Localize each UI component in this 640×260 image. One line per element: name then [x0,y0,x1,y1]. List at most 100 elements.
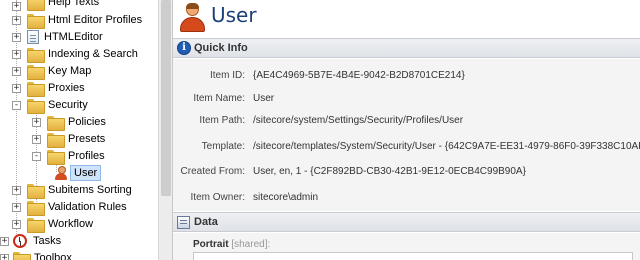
folder-icon [27,217,45,233]
folder-icon [27,0,45,11]
tree-item-label: Workflow [48,218,94,230]
expand-icon[interactable]: + [12,219,21,229]
expand-icon[interactable]: + [12,185,21,195]
quick-info-row: Item Name: User [173,90,640,106]
page-title: User [211,3,257,27]
portrait-field-label: Portrait [shared]: [193,239,270,250]
expand-icon[interactable]: + [12,1,21,11]
folder-icon [27,64,45,80]
tree-item-validation-rules[interactable]: + Validation Rules [12,198,129,216]
tree-item-label: Validation Rules [48,201,127,213]
expand-icon[interactable]: + [12,15,21,25]
expand-icon[interactable]: + [32,117,41,127]
tree-item-workflow[interactable]: + Workflow [12,215,95,233]
data-panel: Portrait [shared]: [173,233,640,260]
section-title: Quick Info [194,42,248,54]
tree-item-label: Indexing & Search [48,48,138,60]
quick-info-row: Item ID: {AE4C4969-5B7E-4B4E-9042-B2D870… [173,67,640,83]
folder-icon [27,183,45,199]
expand-icon[interactable]: + [0,253,9,260]
tree-item-label: HTMLEditor [44,31,103,43]
portrait-label-text: Portrait [193,239,229,250]
quick-info-row: Created From: User, en, 1 - {C2F892BD-CB… [173,163,640,179]
tree-item-label: Proxies [48,82,85,94]
shared-tag: [shared]: [231,239,271,250]
quick-info-row: Item Owner: sitecore\admin [173,189,640,205]
tree-item-key-map[interactable]: + Key Map [12,62,93,80]
tree-item-profiles[interactable]: - Profiles [32,147,107,165]
info-icon: i [177,41,191,55]
quick-info-row: Item Path: /sitecore/system/Settings/Sec… [173,112,640,128]
tree-item-help-texts[interactable]: + Help Texts [12,0,101,11]
document-icon [27,30,39,44]
content-tree: + Help Texts + Html Editor Profiles + HT… [0,0,158,260]
tree-item-label: Html Editor Profiles [48,14,143,26]
tree-item-presets[interactable]: + Presets [32,130,107,148]
expand-icon[interactable]: + [12,66,21,76]
tree-item-label: Toolbox [34,252,72,260]
tree-item-indexing-search[interactable]: + Indexing & Search [12,45,140,63]
expand-icon[interactable]: + [12,83,21,93]
item-path-value[interactable]: /sitecore/system/Settings/Security/Profi… [253,115,463,126]
collapse-icon[interactable]: - [32,151,41,161]
tree-item-label: Profiles [68,150,105,162]
created-from-value[interactable]: User, en, 1 - {C2F892BD-CB30-42B1-9E12-0… [253,166,526,177]
expand-icon[interactable]: + [12,32,21,42]
tree-item-security[interactable]: - Security [12,96,90,114]
folder-icon [47,149,65,165]
item-owner-value[interactable]: sitecore\admin [253,192,318,203]
folder-icon [27,81,45,97]
user-icon [54,166,68,180]
item-owner-label: Item Owner: [190,191,245,203]
template-value[interactable]: /sitecore/templates/System/Security/User… [253,141,640,152]
tree-item-html-editor-profiles[interactable]: + Html Editor Profiles [12,11,144,29]
quick-info-panel: Item ID: {AE4C4969-5B7E-4B4E-9042-B2D870… [173,59,640,211]
tree-item-subitems-sorting[interactable]: + Subitems Sorting [12,181,134,199]
tree-item-label: Help Texts [48,0,100,8]
item-editor: User i Quick Info Item ID: {AE4C4969-5B7… [172,0,640,260]
user-icon [179,3,205,33]
created-from-label: Created From: [180,165,245,177]
section-title: Data [194,216,218,228]
tree-item-label: User [70,165,102,181]
collapse-icon[interactable]: - [12,100,21,110]
tree-scrollbar[interactable] [158,0,172,260]
expand-icon[interactable]: + [32,134,41,144]
item-id-value[interactable]: {AE4C4969-5B7E-4B4E-9042-B2D8701CE214} [253,70,465,81]
template-label: Template: [201,140,245,152]
tree-item-policies[interactable]: + Policies [32,113,108,131]
expand-icon[interactable]: + [12,49,21,59]
tree-scrollbar-thumb[interactable] [161,0,171,196]
folder-icon [27,200,45,216]
folder-icon [47,115,65,131]
tree-item-toolbox[interactable]: + Toolbox [0,249,74,260]
tree-item-user[interactable]: User [54,164,102,182]
folder-icon [27,47,45,63]
tree-item-label: Tasks [33,235,62,247]
expand-icon[interactable]: + [0,236,9,246]
folder-icon [27,98,45,114]
data-section-header[interactable]: Data [173,212,640,232]
clock-icon [13,234,27,248]
quick-info-row: Template: /sitecore/templates/System/Sec… [173,138,640,154]
tree-item-label: Presets [68,133,106,145]
item-name-label: Item Name: [193,92,245,104]
folder-icon [27,13,45,29]
item-name-value[interactable]: User [253,93,274,104]
data-icon [177,215,190,229]
folder-icon [13,251,31,260]
tree-item-label: Key Map [48,65,92,77]
item-header: User [173,0,640,36]
tree-item-tasks[interactable]: + Tasks [0,232,63,250]
tree-item-label: Subitems Sorting [48,184,132,196]
folder-icon [47,132,65,148]
expand-icon[interactable]: + [12,202,21,212]
tree-item-proxies[interactable]: + Proxies [12,79,87,97]
item-id-label: Item ID: [209,69,245,81]
tree-item-label: Security [48,99,88,111]
portrait-field[interactable] [193,252,633,260]
quick-info-section-header[interactable]: i Quick Info [173,38,640,58]
tree-item-label: Policies [68,116,106,128]
item-path-label: Item Path: [199,114,245,126]
tree-item-htmleditor[interactable]: + HTMLEditor [12,28,105,46]
